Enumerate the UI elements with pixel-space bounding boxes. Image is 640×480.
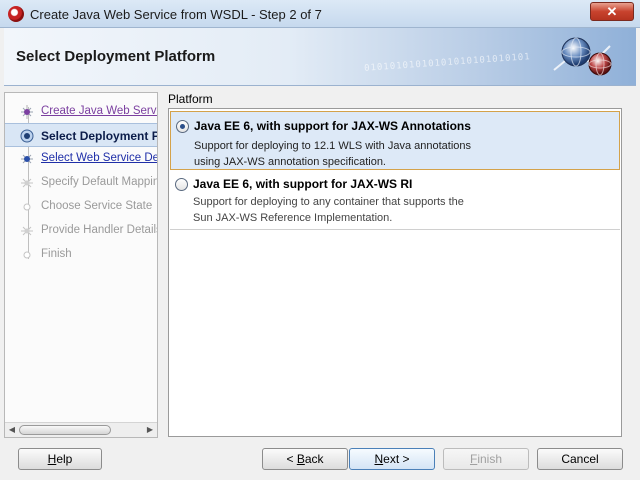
app-logo-icon [8,6,24,22]
help-button[interactable]: Help [18,448,102,470]
step-label: Finish [41,248,72,260]
radio-button[interactable] [175,178,188,191]
next-button[interactable]: Next > [349,448,435,470]
step-label: Create Java Web Servic [41,105,157,117]
step-disabled-icon [23,251,31,259]
step-label: Select Web Service Desc [41,152,157,164]
scroll-left-arrow-icon[interactable]: ◀ [7,425,17,435]
wizard-steps-panel: Create Java Web Servic Select Deployment… [4,92,158,438]
step-provide-handler-details: Provide Handler Details [5,220,157,242]
title-bar: Create Java Web Service from WSDL - Step… [0,0,640,28]
scroll-right-arrow-icon[interactable]: ▶ [145,425,155,435]
option-jaxws-annotations[interactable]: Java EE 6, with support for JAX-WS Annot… [170,111,620,170]
wizard-header: Select Deployment Platform 0101010101010… [4,28,636,86]
back-button[interactable]: < Back [262,448,348,470]
step-create-java-web-service[interactable]: Create Java Web Servic [5,101,157,123]
step-specify-default-mapping: Specify Default Mapping [5,172,157,194]
step-finish: Finish [5,244,157,266]
platform-options-panel: Java EE 6, with support for JAX-WS Annot… [168,108,622,437]
page-title: Select Deployment Platform [16,48,216,65]
step-disabled-icon [21,226,33,236]
option-description-line: using JAX-WS annotation specification. [194,156,386,168]
step-disabled-icon [21,178,33,188]
step-label: Choose Service State [41,200,153,212]
option-jaxws-ri[interactable]: Java EE 6, with support for JAX-WS RI Su… [170,172,620,230]
scroll-thumb[interactable] [19,425,111,435]
option-description-line: Sun JAX-WS Reference Implementation. [193,212,393,224]
option-description-line: Support for deploying to 12.1 WLS with J… [194,140,472,152]
step-select-deployment-platform[interactable]: Select Deployment P [5,123,157,147]
step-disabled-icon [23,203,31,211]
steps-horizontal-scrollbar[interactable]: ◀ ▶ [5,422,157,437]
option-title: Java EE 6, with support for JAX-WS RI [193,177,413,191]
option-title: Java EE 6, with support for JAX-WS Annot… [194,119,471,133]
step-link-icon [21,154,33,164]
option-description-line: Support for deploying to any container t… [193,196,464,208]
radio-button-selected[interactable] [176,120,189,133]
step-visited-icon [21,105,33,119]
window-title: Create Java Web Service from WSDL - Step… [30,7,322,22]
close-button[interactable]: ✕ [590,2,634,21]
binary-decoration: 01010101010101010101010101 [363,52,532,74]
step-select-web-service-description[interactable]: Select Web Service Desc [5,148,157,170]
globe-network-icon [553,37,612,76]
step-label: Specify Default Mapping [41,176,157,188]
finish-button: Finish [443,448,529,470]
platform-label: Platform [168,92,213,106]
step-label: Provide Handler Details [41,224,157,236]
step-choose-service-state: Choose Service State [5,196,157,218]
step-label: Select Deployment P [41,129,157,143]
cancel-button[interactable]: Cancel [537,448,623,470]
step-current-icon [20,129,34,143]
